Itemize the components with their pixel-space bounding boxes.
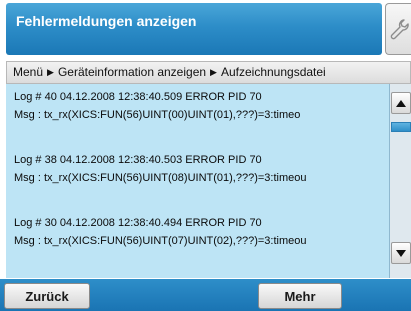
- log-entry[interactable]: Log # 30 04.12.2008 12:38:40.494 ERROR P…: [14, 214, 389, 250]
- breadcrumb: Menü ▶ Geräteinformation anzeigen ▶ Aufzeich…: [6, 61, 411, 84]
- log-scrollbar[interactable]: [389, 84, 411, 278]
- breadcrumb-item-log-file: Aufzeichnungsdatei: [220, 65, 326, 79]
- log-entry-header: Log # 38 04.12.2008 12:38:40.503 ERROR P…: [14, 154, 262, 166]
- log-entry-header: Log # 40 04.12.2008 12:38:40.509 ERROR P…: [14, 91, 262, 103]
- arrow-up-icon: [396, 94, 406, 112]
- scroll-up-button[interactable]: [391, 92, 411, 114]
- scroll-thumb[interactable]: [391, 122, 411, 132]
- arrow-down-icon: [396, 244, 406, 262]
- title-bar: Fehlermeldungen anzeigen: [6, 3, 382, 55]
- page-title: Fehlermeldungen anzeigen: [16, 13, 197, 29]
- scroll-down-button[interactable]: [391, 242, 411, 264]
- more-button[interactable]: Mehr: [258, 283, 342, 309]
- breadcrumb-separator: ▶: [47, 67, 54, 77]
- log-list[interactable]: Log # 40 04.12.2008 12:38:40.509 ERROR P…: [6, 84, 389, 278]
- breadcrumb-separator: ▶: [210, 67, 217, 77]
- settings-tool-button[interactable]: [385, 3, 411, 55]
- log-entry-message: Msg : tx_rx(XICS:FUN(56)UINT(07)UINT(02)…: [14, 235, 307, 247]
- log-entry[interactable]: Log # 38 04.12.2008 12:38:40.503 ERROR P…: [14, 151, 389, 187]
- log-entry[interactable]: Log # 40 04.12.2008 12:38:40.509 ERROR P…: [14, 88, 389, 124]
- log-entry-header: Log # 30 04.12.2008 12:38:40.494 ERROR P…: [14, 217, 262, 229]
- log-entry-message: Msg : tx_rx(XICS:FUN(56)UINT(08)UINT(01)…: [14, 172, 307, 184]
- footer-bar: Zurück Mehr: [0, 279, 411, 311]
- log-entry-message: Msg : tx_rx(XICS:FUN(56)UINT(00)UINT(01)…: [14, 109, 301, 121]
- back-button[interactable]: Zurück: [4, 283, 90, 309]
- breadcrumb-item-device-info[interactable]: Geräteinformation anzeigen: [58, 65, 206, 79]
- error-log-screen: Fehlermeldungen anzeigen Menü ▶ Geräteinfo…: [0, 0, 411, 311]
- breadcrumb-item-menu[interactable]: Menü: [13, 65, 43, 79]
